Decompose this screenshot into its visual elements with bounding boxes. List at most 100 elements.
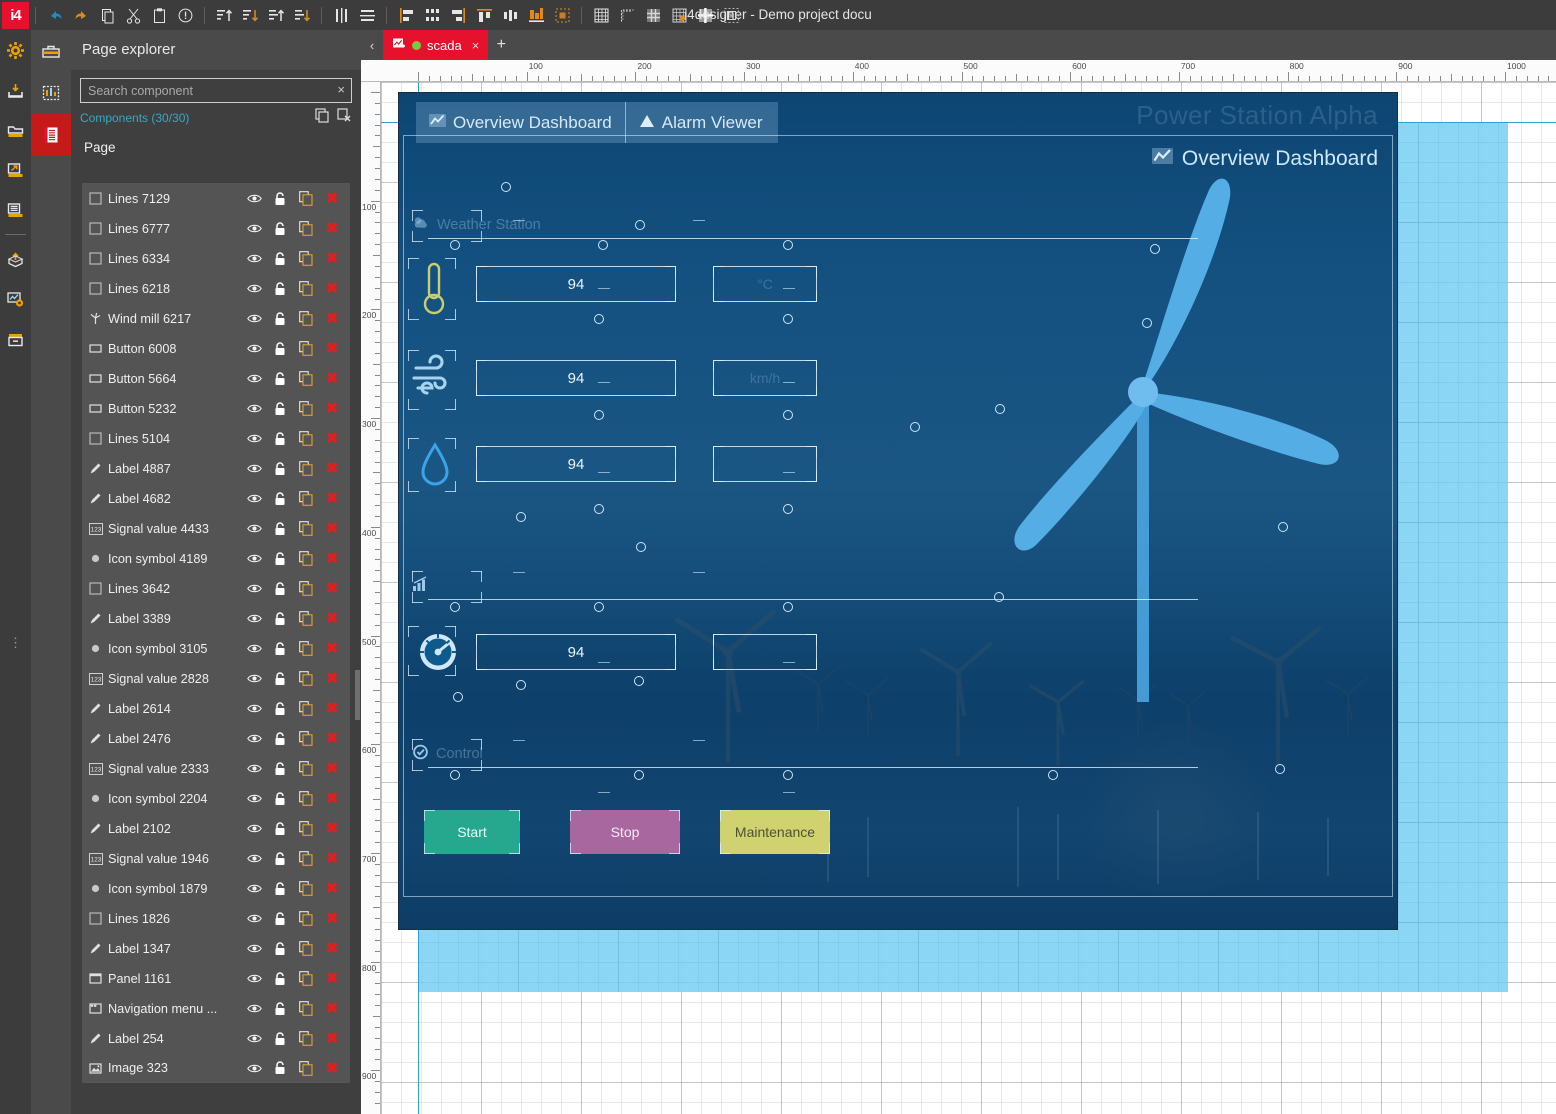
unit-label-wind[interactable]: km/h	[713, 360, 817, 396]
duplicate-all-icon[interactable]	[315, 108, 330, 128]
visibility-icon[interactable]	[241, 853, 267, 864]
visibility-icon[interactable]	[241, 553, 267, 564]
resize-handle[interactable]	[783, 410, 793, 420]
visibility-icon[interactable]	[241, 1033, 267, 1044]
lock-icon[interactable]	[267, 851, 293, 866]
align-left-icon[interactable]	[394, 2, 419, 28]
resize-handle[interactable]	[783, 240, 793, 250]
delete-icon[interactable]: ✖	[319, 941, 345, 956]
resize-handle[interactable]	[1048, 770, 1058, 780]
panel-page-explorer[interactable]	[31, 114, 71, 156]
list-item[interactable]: Wind mill 6217 ✖	[82, 303, 350, 333]
align-center-horizontal-icon[interactable]	[355, 2, 380, 28]
sidebar-item-deploy[interactable]	[0, 239, 31, 279]
duplicate-icon[interactable]	[293, 191, 319, 206]
visibility-icon[interactable]	[241, 193, 267, 204]
duplicate-icon[interactable]	[293, 461, 319, 476]
panel-toolbox[interactable]	[31, 30, 71, 72]
delete-icon[interactable]: ✖	[319, 791, 345, 806]
duplicate-icon[interactable]	[293, 701, 319, 716]
lock-icon[interactable]	[267, 581, 293, 596]
resize-handle[interactable]	[783, 602, 793, 612]
duplicate-icon[interactable]	[293, 401, 319, 416]
duplicate-icon[interactable]	[293, 821, 319, 836]
visibility-icon[interactable]	[241, 883, 267, 894]
resize-handle[interactable]	[516, 512, 526, 522]
delete-icon[interactable]: ✖	[319, 221, 345, 236]
duplicate-icon[interactable]	[293, 731, 319, 746]
visibility-icon[interactable]	[241, 313, 267, 324]
snap-lines-icon[interactable]	[693, 2, 718, 28]
unit-label-power[interactable]	[713, 634, 817, 670]
sidebar-item-project[interactable]	[0, 110, 31, 150]
delete-icon[interactable]: ✖	[319, 191, 345, 206]
list-item[interactable]: 123 Signal value 4433 ✖	[82, 513, 350, 543]
duplicate-icon[interactable]	[293, 311, 319, 326]
visibility-icon[interactable]	[241, 1063, 267, 1074]
resize-handle[interactable]	[994, 592, 1004, 602]
undo-icon[interactable]	[43, 2, 68, 28]
signal-value-wind[interactable]: 94	[476, 360, 676, 396]
visibility-icon[interactable]	[241, 223, 267, 234]
sidebar-item-settings[interactable]	[0, 30, 31, 70]
resize-handle[interactable]	[1142, 318, 1152, 328]
design-canvas[interactable]: Power Station Alpha Overview Dashboard A…	[381, 82, 1556, 1114]
delete-icon[interactable]: ✖	[319, 311, 345, 326]
lock-icon[interactable]	[267, 611, 293, 626]
visibility-icon[interactable]	[241, 493, 267, 504]
resize-handle[interactable]	[594, 410, 604, 420]
lock-icon[interactable]	[267, 641, 293, 656]
lock-icon[interactable]	[267, 731, 293, 746]
delete-icon[interactable]: ✖	[319, 911, 345, 926]
component-list[interactable]: Lines 7129 ✖ Lines 6777 ✖ Lines 6334 ✖ Lines 6…	[82, 183, 350, 1092]
visibility-icon[interactable]	[241, 463, 267, 474]
resize-handle[interactable]	[501, 182, 511, 192]
resize-handle[interactable]	[516, 680, 526, 690]
duplicate-icon[interactable]	[293, 521, 319, 536]
horizontal-ruler[interactable]: 100 200 300 400 500 600 700 800 900 1000	[361, 60, 1556, 82]
send-backward-icon[interactable]	[290, 2, 315, 28]
lock-icon[interactable]	[267, 221, 293, 236]
list-item[interactable]: Panel 1161 ✖	[82, 963, 350, 993]
duplicate-icon[interactable]	[293, 371, 319, 386]
resize-handle[interactable]	[453, 692, 463, 702]
visibility-icon[interactable]	[241, 343, 267, 354]
delete-icon[interactable]: ✖	[319, 401, 345, 416]
lock-icon[interactable]	[267, 491, 293, 506]
delete-icon[interactable]: ✖	[319, 701, 345, 716]
lock-icon[interactable]	[267, 551, 293, 566]
visibility-icon[interactable]	[241, 583, 267, 594]
bring-forward-icon[interactable]	[264, 2, 289, 28]
list-item[interactable]: Label 4887 ✖	[82, 453, 350, 483]
duplicate-icon[interactable]	[293, 281, 319, 296]
sidebar-item-archive[interactable]	[0, 319, 31, 359]
delete-icon[interactable]: ✖	[319, 551, 345, 566]
resize-handle[interactable]	[783, 770, 793, 780]
lock-icon[interactable]	[267, 821, 293, 836]
delete-icon[interactable]: ✖	[319, 1001, 345, 1016]
lock-icon[interactable]	[267, 281, 293, 296]
resize-handle[interactable]	[995, 404, 1005, 414]
info-icon[interactable]	[173, 2, 198, 28]
lock-icon[interactable]	[267, 911, 293, 926]
delete-icon[interactable]: ✖	[319, 251, 345, 266]
cut-icon[interactable]	[121, 2, 146, 28]
distribute-vertical-icon[interactable]	[498, 2, 523, 28]
resize-handle[interactable]	[636, 542, 646, 552]
delete-icon[interactable]: ✖	[319, 521, 345, 536]
delete-icon[interactable]: ✖	[319, 761, 345, 776]
lock-icon[interactable]	[267, 671, 293, 686]
align-center-vertical-icon[interactable]	[329, 2, 354, 28]
sidebar-item-export[interactable]	[0, 150, 31, 190]
ruler-icon[interactable]	[615, 2, 640, 28]
lock-icon[interactable]	[267, 311, 293, 326]
resize-handle[interactable]	[450, 770, 460, 780]
visibility-icon[interactable]	[241, 913, 267, 924]
grid-icon[interactable]	[589, 2, 614, 28]
signal-value-power[interactable]: 94	[476, 634, 676, 670]
navigation-menu[interactable]: Overview Dashboard Alarm Viewer	[416, 102, 778, 143]
signal-value-humidity[interactable]: 94	[476, 446, 676, 482]
lock-icon[interactable]	[267, 941, 293, 956]
list-item[interactable]: Button 5664 ✖	[82, 363, 350, 393]
lock-icon[interactable]	[267, 701, 293, 716]
